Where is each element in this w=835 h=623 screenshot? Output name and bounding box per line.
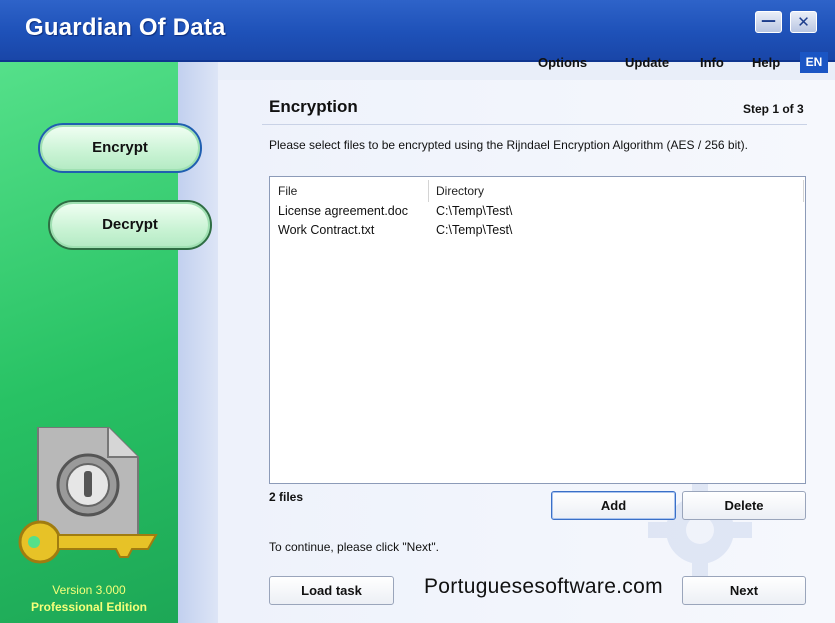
encrypt-button[interactable]: Encrypt: [38, 123, 202, 173]
close-icon: ✕: [797, 13, 810, 31]
file-name-cell: Work Contract.txt: [278, 223, 375, 237]
file-count: 2 files: [269, 490, 304, 504]
menu-options[interactable]: Options: [538, 55, 587, 70]
load-task-button[interactable]: Load task: [269, 576, 394, 605]
watermark-text: Portuguesesoftware.com: [424, 575, 663, 598]
step-indicator: Step 1 of 3: [743, 102, 804, 116]
column-separator: [428, 180, 429, 202]
column-separator: [803, 180, 804, 202]
minimize-icon: —: [761, 11, 776, 29]
app-title: Guardian Of Data: [25, 14, 226, 41]
directory-cell: C:\Temp\Test\: [436, 204, 513, 218]
title-bar: Guardian Of Data — ✕: [0, 0, 835, 62]
version-label: Version 3.000: [52, 583, 126, 597]
divider: [262, 124, 807, 125]
continue-hint: To continue, please click "Next".: [269, 540, 439, 554]
directory-cell: C:\Temp\Test\: [436, 223, 513, 237]
table-row[interactable]: License agreement.doc C:\Temp\Test\: [270, 204, 805, 223]
menu-info[interactable]: Info: [700, 55, 724, 70]
file-list[interactable]: File Directory License agreement.doc C:\…: [269, 176, 806, 484]
add-button[interactable]: Add: [551, 491, 676, 520]
column-header-directory[interactable]: Directory: [436, 184, 484, 198]
next-button[interactable]: Next: [682, 576, 806, 605]
gear-icon: [648, 478, 752, 582]
menu-help[interactable]: Help: [752, 55, 780, 70]
page-title: Encryption: [269, 97, 358, 116]
menu-update[interactable]: Update: [625, 55, 669, 70]
file-lock-key-icon: [18, 427, 158, 564]
file-name-cell: License agreement.doc: [278, 204, 408, 218]
language-button[interactable]: EN: [800, 52, 828, 73]
close-button[interactable]: ✕: [790, 11, 817, 33]
edition-label: Professional Edition: [30, 600, 147, 614]
minimize-button[interactable]: —: [755, 11, 782, 33]
delete-button[interactable]: Delete: [682, 491, 806, 520]
table-row[interactable]: Work Contract.txt C:\Temp\Test\: [270, 223, 805, 242]
description-text: Please select files to be encrypted usin…: [269, 138, 748, 152]
column-header-file[interactable]: File: [278, 184, 297, 198]
decrypt-button[interactable]: Decrypt: [48, 200, 212, 250]
